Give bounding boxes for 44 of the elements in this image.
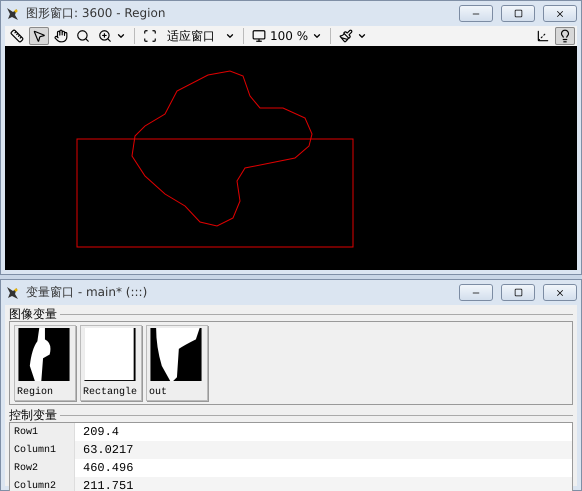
variable-name-cell: Column2 (10, 477, 75, 491)
frame-icon (143, 29, 157, 43)
thumbnail-image (149, 328, 203, 381)
tool-button[interactable] (29, 27, 49, 45)
monitor-icon (252, 29, 266, 43)
search-icon (76, 29, 90, 43)
maximize-button[interactable] (501, 284, 535, 301)
variable-name-cell: Row2 (10, 459, 75, 477)
close-button[interactable] (543, 5, 577, 22)
axes-icon (536, 29, 550, 43)
minimize-button[interactable] (459, 5, 493, 22)
image-variable-item[interactable]: Region (14, 325, 76, 401)
hand-icon (54, 29, 68, 43)
close-icon (555, 8, 565, 18)
ruler-icon (10, 29, 24, 43)
thumbnail-image (83, 328, 137, 381)
dropdown[interactable]: 适应窗口 (140, 27, 238, 45)
close-icon (555, 288, 565, 298)
tool-button[interactable] (555, 27, 575, 45)
maximize-icon (514, 9, 522, 18)
window-title: 图形窗口: 3600 - Region (26, 5, 166, 22)
variable-value-cell-text: 63.0217 (82, 443, 134, 457)
maximize-icon (514, 288, 522, 297)
close-button[interactable] (543, 284, 577, 301)
bird-icon (5, 284, 21, 300)
image-variable-item[interactable]: Rectangle (80, 325, 142, 401)
window-title: 变量窗口 - main* (:::) (26, 284, 148, 301)
variable-name-cell: Column1 (10, 441, 75, 459)
paintbrush-icon (339, 29, 354, 43)
pointer-icon (32, 29, 46, 43)
image-variable-item[interactable]: out (146, 325, 208, 401)
variable-value-cell-text: 209.4 (82, 425, 120, 439)
light-bulb-icon (558, 29, 572, 43)
group-label: 图像变量 (9, 307, 57, 321)
variable-value-cell-text: 211.751 (82, 479, 134, 491)
minimize-button[interactable] (459, 284, 493, 301)
maximize-button[interactable] (501, 5, 535, 22)
thumbnail-image (17, 328, 71, 381)
variable-name-cell: Row1 (10, 423, 75, 441)
zoom-in-icon (98, 29, 112, 43)
variable-value-cell-text: 460.496 (82, 461, 134, 475)
group-label: 控制变量 (9, 408, 57, 422)
bird-icon (5, 6, 21, 22)
dropdown[interactable]: 100 % (249, 27, 326, 45)
